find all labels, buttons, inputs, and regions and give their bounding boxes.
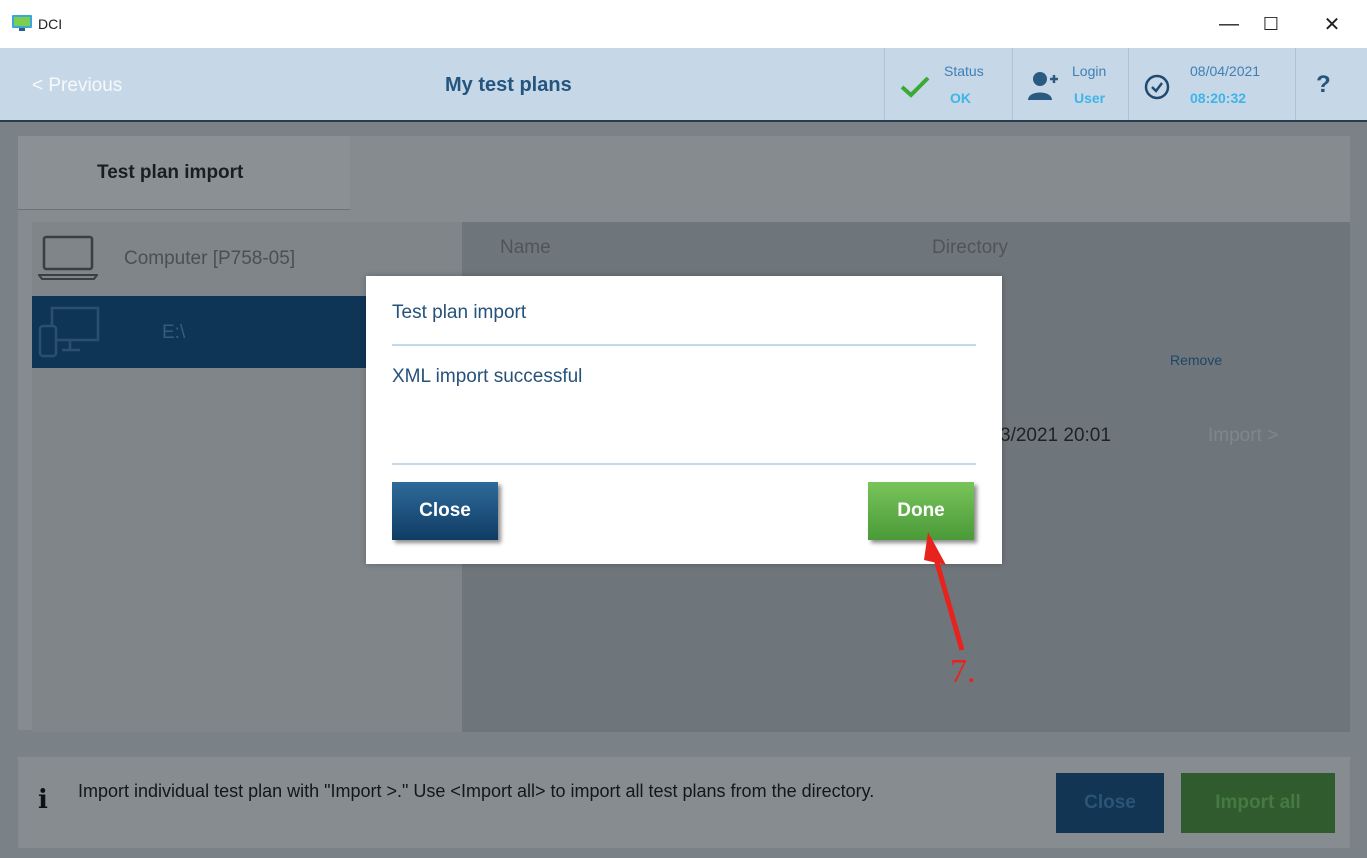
user-login-icon bbox=[1028, 72, 1058, 100]
dialog-divider bbox=[392, 344, 976, 346]
window-close-button[interactable]: ✕ bbox=[1309, 8, 1355, 40]
status-value: OK bbox=[950, 90, 971, 106]
column-header-directory: Directory bbox=[932, 237, 1009, 258]
login-button[interactable]: Login bbox=[1072, 63, 1106, 79]
dialog-title: Test plan import bbox=[392, 302, 527, 323]
source-item-label: E:\ bbox=[162, 322, 186, 343]
info-icon: i bbox=[38, 785, 48, 815]
remove-button[interactable]: Remove bbox=[1170, 352, 1222, 368]
laptop-icon bbox=[38, 235, 98, 280]
previous-button[interactable]: < Previous bbox=[32, 75, 122, 97]
status-label: Status bbox=[944, 63, 984, 79]
row-date: 3/2021 20:01 bbox=[1000, 425, 1111, 446]
app-logo-icon bbox=[12, 15, 32, 31]
tab-label: Test plan import bbox=[97, 162, 244, 183]
header-divider bbox=[884, 48, 885, 120]
checkmark-icon bbox=[900, 76, 930, 98]
import-all-button[interactable]: Import all bbox=[1181, 773, 1335, 833]
header-divider bbox=[1128, 48, 1129, 120]
time-display: 08:20:32 bbox=[1190, 90, 1247, 106]
annotation-step-label: 7. bbox=[950, 653, 976, 690]
window-titlebar: DCI — ☐ ✕ bbox=[0, 0, 1367, 48]
window-title: DCI bbox=[38, 16, 63, 32]
date-display: 08/04/2021 bbox=[1190, 63, 1261, 79]
source-item-label: Computer [P758-05] bbox=[124, 248, 296, 269]
help-button[interactable]: ? bbox=[1316, 71, 1331, 99]
dialog-divider bbox=[392, 463, 976, 465]
footer-hint-text: Import individual test plan with "Import… bbox=[78, 781, 875, 801]
clock-icon bbox=[1144, 74, 1170, 100]
page-title: My test plans bbox=[445, 74, 572, 96]
column-header-name: Name bbox=[500, 237, 551, 258]
header-divider bbox=[1295, 48, 1296, 120]
maximize-button[interactable]: ☐ bbox=[1248, 8, 1294, 40]
minimize-button[interactable]: — bbox=[1206, 8, 1252, 40]
row-import-button[interactable]: Import > bbox=[1208, 425, 1278, 447]
app-header: < Previous My test plans Status OK Login… bbox=[0, 48, 1367, 122]
footer-close-button[interactable]: Close bbox=[1056, 773, 1164, 833]
import-dialog: Test plan import XML import successful C… bbox=[366, 276, 1002, 564]
dialog-done-button[interactable]: Done bbox=[868, 482, 974, 540]
dialog-close-button[interactable]: Close bbox=[392, 482, 498, 540]
device-icon bbox=[38, 306, 100, 358]
dialog-message: XML import successful bbox=[392, 366, 583, 387]
header-divider bbox=[1012, 48, 1013, 120]
login-user: User bbox=[1074, 90, 1106, 106]
app-window: DCI — ☐ ✕ < Previous My test plans Statu… bbox=[0, 0, 1367, 858]
